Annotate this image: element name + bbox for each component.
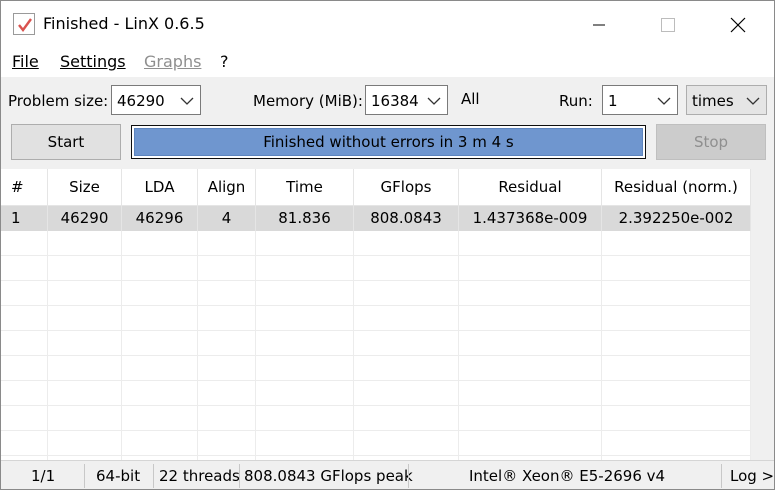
status-separator [84,464,85,488]
empty-row [1,256,751,281]
status-peak: 808.0843 GFlops peak [244,467,413,485]
log-button[interactable]: Log > [730,467,774,485]
column-header-residual-norm[interactable]: Residual (norm.) [602,169,751,206]
cell-index: 1 [1,206,48,231]
grid-line [47,231,48,460]
menu-graphs[interactable]: Graphs [144,52,201,71]
cell-residual: 1.437368e-009 [459,206,602,231]
cell-lda: 46296 [122,206,198,231]
status-separator [239,464,240,488]
chevron-down-icon [657,97,671,105]
status-arch: 64-bit [96,467,141,485]
cell-time: 81.836 [256,206,354,231]
menu-graphs-label: Graphs [144,52,202,71]
cell-residual-norm: 2.392250e-002 [602,206,751,231]
stop-button[interactable]: Stop [656,124,766,160]
close-icon [730,17,746,33]
empty-row [1,406,751,431]
close-button[interactable] [704,1,772,47]
run-count-combo[interactable]: 1 [602,85,678,115]
minimize-icon [593,24,605,26]
run-label: Run: [559,92,593,110]
run-mode-value: times [692,92,734,110]
problem-size-label: Problem size: [8,92,109,110]
grid-line [121,231,122,460]
empty-row [1,231,751,256]
status-cpu: Intel® Xeon® E5-2696 v4 [469,467,666,485]
vertical-scrollbar[interactable] [751,169,774,460]
column-header-gflops[interactable]: GFlops [354,169,459,206]
maximize-icon [661,18,675,32]
grid-line [458,231,459,460]
cell-align: 4 [198,206,256,231]
status-bar: 1/1 64-bit 22 threads 808.0843 GFlops pe… [1,460,774,489]
run-mode-combo[interactable]: times [686,85,767,115]
progress-bar: Finished without errors in 3 m 4 s [131,125,646,159]
empty-row [1,381,751,406]
column-header-time[interactable]: Time [256,169,354,206]
menu-file-label: File [12,52,39,71]
run-count-value: 1 [608,92,618,110]
status-separator [408,464,409,488]
memory-value: 16384 [371,92,419,110]
menu-settings-label: Settings [60,52,126,71]
memory-all-toggle[interactable]: All [461,90,480,108]
menu-file[interactable]: File [12,52,39,71]
chevron-down-icon [746,97,760,105]
empty-row [1,331,751,356]
empty-row [1,281,751,306]
menu-settings[interactable]: Settings [60,52,126,71]
column-header-lda[interactable]: LDA [122,169,198,206]
status-separator [153,464,154,488]
grid-line [601,231,602,460]
checkmark-app-icon [13,13,35,35]
results-table: # Size LDA Align Time GFlops Residual Re… [1,169,774,460]
empty-row [1,306,751,331]
cell-gflops: 808.0843 [354,206,459,231]
start-button[interactable]: Start [11,124,121,160]
minimize-button[interactable] [565,1,633,47]
chevron-down-icon [427,97,441,105]
status-threads: 22 threads [159,467,240,485]
table-header: # Size LDA Align Time GFlops Residual Re… [1,169,751,206]
status-separator [721,464,722,488]
title-bar: Finished - LinX 0.6.5 [1,1,774,47]
chevron-down-icon [180,97,194,105]
progress-text: Finished without errors in 3 m 4 s [263,133,514,151]
maximize-button[interactable] [634,1,702,47]
table-row[interactable]: 1 46290 46296 4 81.836 808.0843 1.437368… [1,206,751,231]
problem-size-combo[interactable]: 46290 [111,85,201,115]
column-header-index[interactable]: # [1,169,48,206]
empty-row [1,431,751,456]
grid-line [197,231,198,460]
problem-size-value: 46290 [117,92,165,110]
memory-combo[interactable]: 16384 [365,85,448,115]
column-header-align[interactable]: Align [198,169,256,206]
column-header-size[interactable]: Size [48,169,122,206]
grid-line [255,231,256,460]
column-header-residual[interactable]: Residual [459,169,602,206]
linx-window: Finished - LinX 0.6.5 File Settings Grap… [0,0,775,490]
memory-label: Memory (MiB): [253,92,363,110]
grid-line [353,231,354,460]
controls-panel: Problem size: 46290 Memory (MiB): 16384 … [1,77,774,169]
empty-row [1,356,751,381]
window-title: Finished - LinX 0.6.5 [43,14,205,33]
menu-help[interactable]: ? [220,52,229,71]
status-page: 1/1 [31,467,56,485]
cell-size: 46290 [48,206,122,231]
menu-bar: File Settings Graphs ? [1,47,774,77]
